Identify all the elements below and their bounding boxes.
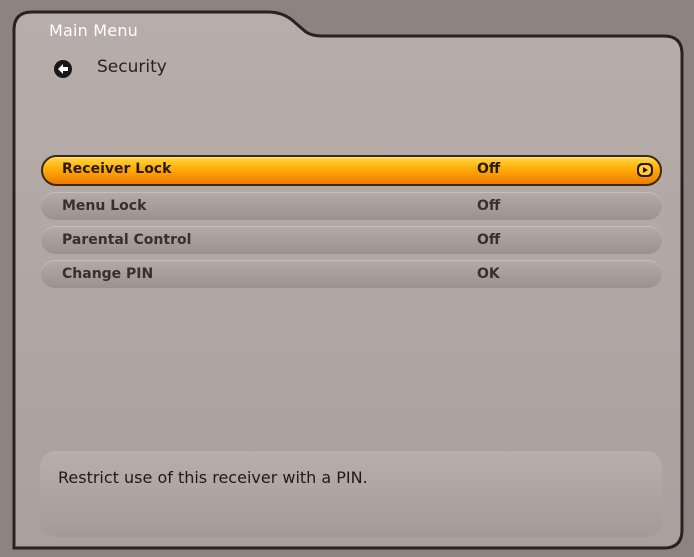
page-title: Security: [97, 57, 167, 77]
menu-item-receiver-lock[interactable]: Receiver Lock Off: [41, 155, 662, 186]
menu-item-parental-control[interactable]: Parental Control Off: [41, 226, 662, 254]
help-text: Restrict use of this receiver with a PIN…: [58, 468, 368, 487]
menu-item-label: Change PIN: [62, 266, 154, 282]
screen: Main Menu Security Receiver Lock Off Men…: [0, 0, 694, 557]
menu-item-change-pin[interactable]: Change PIN OK: [41, 260, 662, 288]
menu-item-label: Parental Control: [62, 232, 192, 248]
menu-item-value: Off: [477, 161, 501, 177]
menu-item-value: Off: [477, 232, 501, 248]
menu-item-label: Receiver Lock: [62, 161, 172, 177]
menu-item-label: Menu Lock: [62, 198, 147, 214]
security-menu: Receiver Lock Off Menu Lock Off Parental…: [41, 155, 662, 294]
menu-item-menu-lock[interactable]: Menu Lock Off: [41, 192, 662, 220]
header-title: Main Menu: [49, 21, 139, 40]
menu-item-value: OK: [477, 266, 500, 282]
menu-item-value: Off: [477, 198, 501, 214]
back-arrow-icon: [54, 60, 72, 78]
right-arrow-icon: [637, 163, 653, 177]
help-box: Restrict use of this receiver with a PIN…: [40, 451, 662, 537]
